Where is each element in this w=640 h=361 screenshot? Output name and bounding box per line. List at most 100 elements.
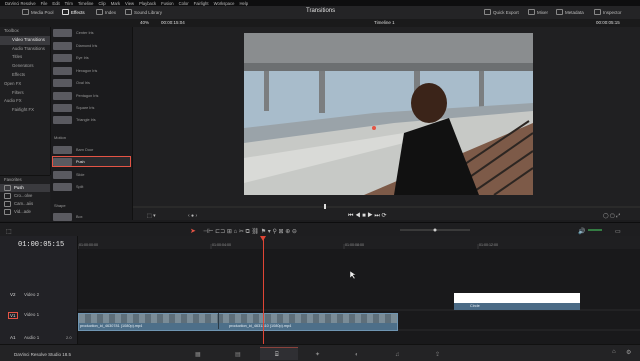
ruler-tick-8: 01:00:08:00	[345, 243, 364, 247]
sound-library-icon	[125, 9, 132, 15]
inspector-icon	[594, 9, 601, 15]
mouse-cursor-icon	[350, 271, 356, 279]
favorite-icon	[4, 209, 11, 215]
favorite-icon	[4, 193, 11, 199]
menu-edit[interactable]: Edit	[52, 1, 59, 6]
menu-davinci-resolve[interactable]: DaVinci Resolve	[5, 1, 36, 6]
title-clip-preview[interactable]	[454, 293, 580, 303]
toolbox-item-audio-fx[interactable]: Audio FX	[0, 97, 50, 106]
sound-library-tab[interactable]: Sound Library	[125, 9, 162, 15]
mixer-icon	[528, 9, 535, 15]
menu-fusion[interactable]: Fusion	[161, 1, 174, 6]
section-shape: Shape	[54, 203, 66, 208]
metadata-button[interactable]: Metadata	[556, 9, 584, 15]
transition-split[interactable]: Split	[53, 182, 130, 191]
toolbox-item-effects[interactable]: Effects	[0, 71, 50, 80]
track-v1-id[interactable]: V1	[8, 312, 18, 319]
mixer-button[interactable]: Mixer	[528, 9, 548, 15]
index-tab[interactable]: Index	[96, 9, 116, 15]
clip-boundary	[218, 313, 219, 329]
svg-text:⌸: ⌸	[275, 351, 279, 358]
svg-text:⏮ ◀ ■ ▶ ⏭ ⟳: ⏮ ◀ ■ ▶ ⏭ ⟳	[348, 212, 387, 219]
quick-export-button[interactable]: Quick Export	[484, 9, 519, 15]
favorite-item[interactable]: Cro...olve	[0, 192, 50, 200]
transition-triangle-iris[interactable]: Triangle Iris	[53, 115, 130, 124]
transition-box[interactable]: Box	[53, 212, 130, 221]
menu-trim[interactable]: Trim	[65, 1, 73, 6]
ruler-tick-4: 01:00:04:00	[212, 243, 231, 247]
inspector-button[interactable]: Inspector	[594, 9, 622, 15]
settings-gear-icon[interactable]: ⚙	[626, 349, 631, 356]
toolbox-item-video-transitions[interactable]: Video Transitions	[0, 35, 50, 45]
transition-hexagon-iris[interactable]: Hexagon Iris	[53, 66, 130, 75]
transition-eye-iris[interactable]: Eye Iris	[53, 53, 130, 62]
video-clip[interactable]	[78, 313, 398, 331]
page-tabs[interactable]: ▦ ▤ ⌸ ✦ ◐ ♫ ⇪	[180, 347, 480, 360]
toolbox-panel: Toolbox Video Transitions Audio Transiti…	[0, 27, 51, 175]
favorites-panel: Favorites Push Cro...olve Cam...aiis Vid…	[0, 175, 50, 221]
viewer-transport: ⬚ ▾ ‹ ● › ⏮ ◀ ■ ▶ ⏭ ⟳ ◯ ▢ ⤢	[133, 200, 640, 220]
clip-thumbnails	[79, 314, 397, 323]
effects-tab[interactable]: Effects	[62, 9, 85, 15]
top-toolbar: Media Pool Effects Index Sound Library T…	[0, 6, 640, 20]
favorite-item[interactable]: Vid...ade	[0, 208, 50, 216]
toolbox-item-generators[interactable]: Generators	[0, 62, 50, 71]
transition-thumbnail	[53, 41, 72, 50]
ruler-tick-0: 01:00:00:00	[79, 243, 98, 247]
transition-center-iris[interactable]: Center Iris	[53, 28, 130, 37]
playhead[interactable]	[263, 236, 264, 344]
transition-thumbnail	[53, 170, 72, 179]
transition-diamond-iris[interactable]: Diamond Iris	[53, 41, 130, 50]
favorite-item[interactable]: Cam...aiis	[0, 200, 50, 208]
toolbox-item-audio-transitions[interactable]: Audio Transitions	[0, 45, 50, 54]
toolbox-item-toolbox[interactable]: Toolbox	[0, 27, 50, 36]
zoom-level[interactable]: 40%	[140, 20, 149, 25]
transition-oval-iris[interactable]: Oval Iris	[53, 78, 130, 87]
menu-mark[interactable]: Mark	[111, 1, 120, 6]
transition-thumbnail	[53, 157, 72, 166]
favorite-item[interactable]: Push	[0, 184, 50, 192]
menu-fairlight[interactable]: Fairlight	[194, 1, 209, 6]
favorite-icon	[4, 201, 11, 207]
menu-playback[interactable]: Playback	[139, 1, 156, 6]
svg-text:♫: ♫	[395, 352, 400, 358]
effects-icon	[62, 9, 69, 15]
menu-color[interactable]: Color	[179, 1, 189, 6]
track-a1-id: A1	[10, 335, 16, 340]
toolbox-item-open-fx[interactable]: Open FX	[0, 80, 50, 89]
record-timecode: 00:00:05:15	[596, 20, 620, 25]
transition-thumbnail	[53, 182, 72, 191]
ruler-tick-12: 01:00:12:00	[479, 243, 498, 247]
transition-barn-door[interactable]: Barn Door	[53, 145, 130, 154]
transition-pentagon-iris[interactable]: Pentagon Iris	[53, 91, 130, 100]
timeline-area[interactable]: 01:00:00:00 01:00:04:00 01:00:08:00 01:0…	[78, 236, 640, 344]
toolbox-item-titles[interactable]: Titles	[0, 53, 50, 62]
menu-help[interactable]: Help	[239, 1, 248, 6]
track-v2-id: V2	[10, 292, 16, 297]
svg-text:◐: ◐	[355, 352, 359, 358]
playhead-handle[interactable]	[260, 236, 266, 241]
menu-timeline[interactable]: Timeline	[78, 1, 94, 6]
toolbox-item-fairlight-fx[interactable]: Fairlight FX	[0, 106, 50, 115]
favorites-header: Favorites	[4, 177, 22, 182]
menu-file[interactable]: File	[41, 1, 48, 6]
svg-text:✦: ✦	[315, 351, 320, 358]
transition-thumbnail	[53, 53, 72, 62]
transition-slide[interactable]: Slide	[53, 170, 130, 179]
transition-push[interactable]: Push	[52, 156, 131, 167]
menu-view[interactable]: View	[125, 1, 134, 6]
viewer-frame[interactable]	[244, 33, 533, 195]
clip-label: production_id_4631310 (1080p).mp4	[229, 324, 292, 328]
media-pool-tab[interactable]: Media Pool	[22, 9, 54, 15]
timeline-name[interactable]: Timeline 1	[374, 20, 395, 25]
app-version-label: DaVinci Resolve Studio 18.5	[14, 352, 71, 357]
home-icon[interactable]: ⌂	[612, 349, 616, 355]
menu-clip[interactable]: Clip	[99, 1, 106, 6]
toolbox-item-filters[interactable]: Filters	[0, 89, 50, 98]
transition-thumbnail	[53, 212, 72, 221]
menu-workspace[interactable]: Workspace	[214, 1, 235, 6]
svg-text:⬚: ⬚	[6, 229, 12, 235]
track-v2-name: Video 2	[24, 292, 40, 297]
transition-square-iris[interactable]: Square Iris	[53, 103, 130, 112]
svg-text:▤: ▤	[235, 352, 241, 358]
